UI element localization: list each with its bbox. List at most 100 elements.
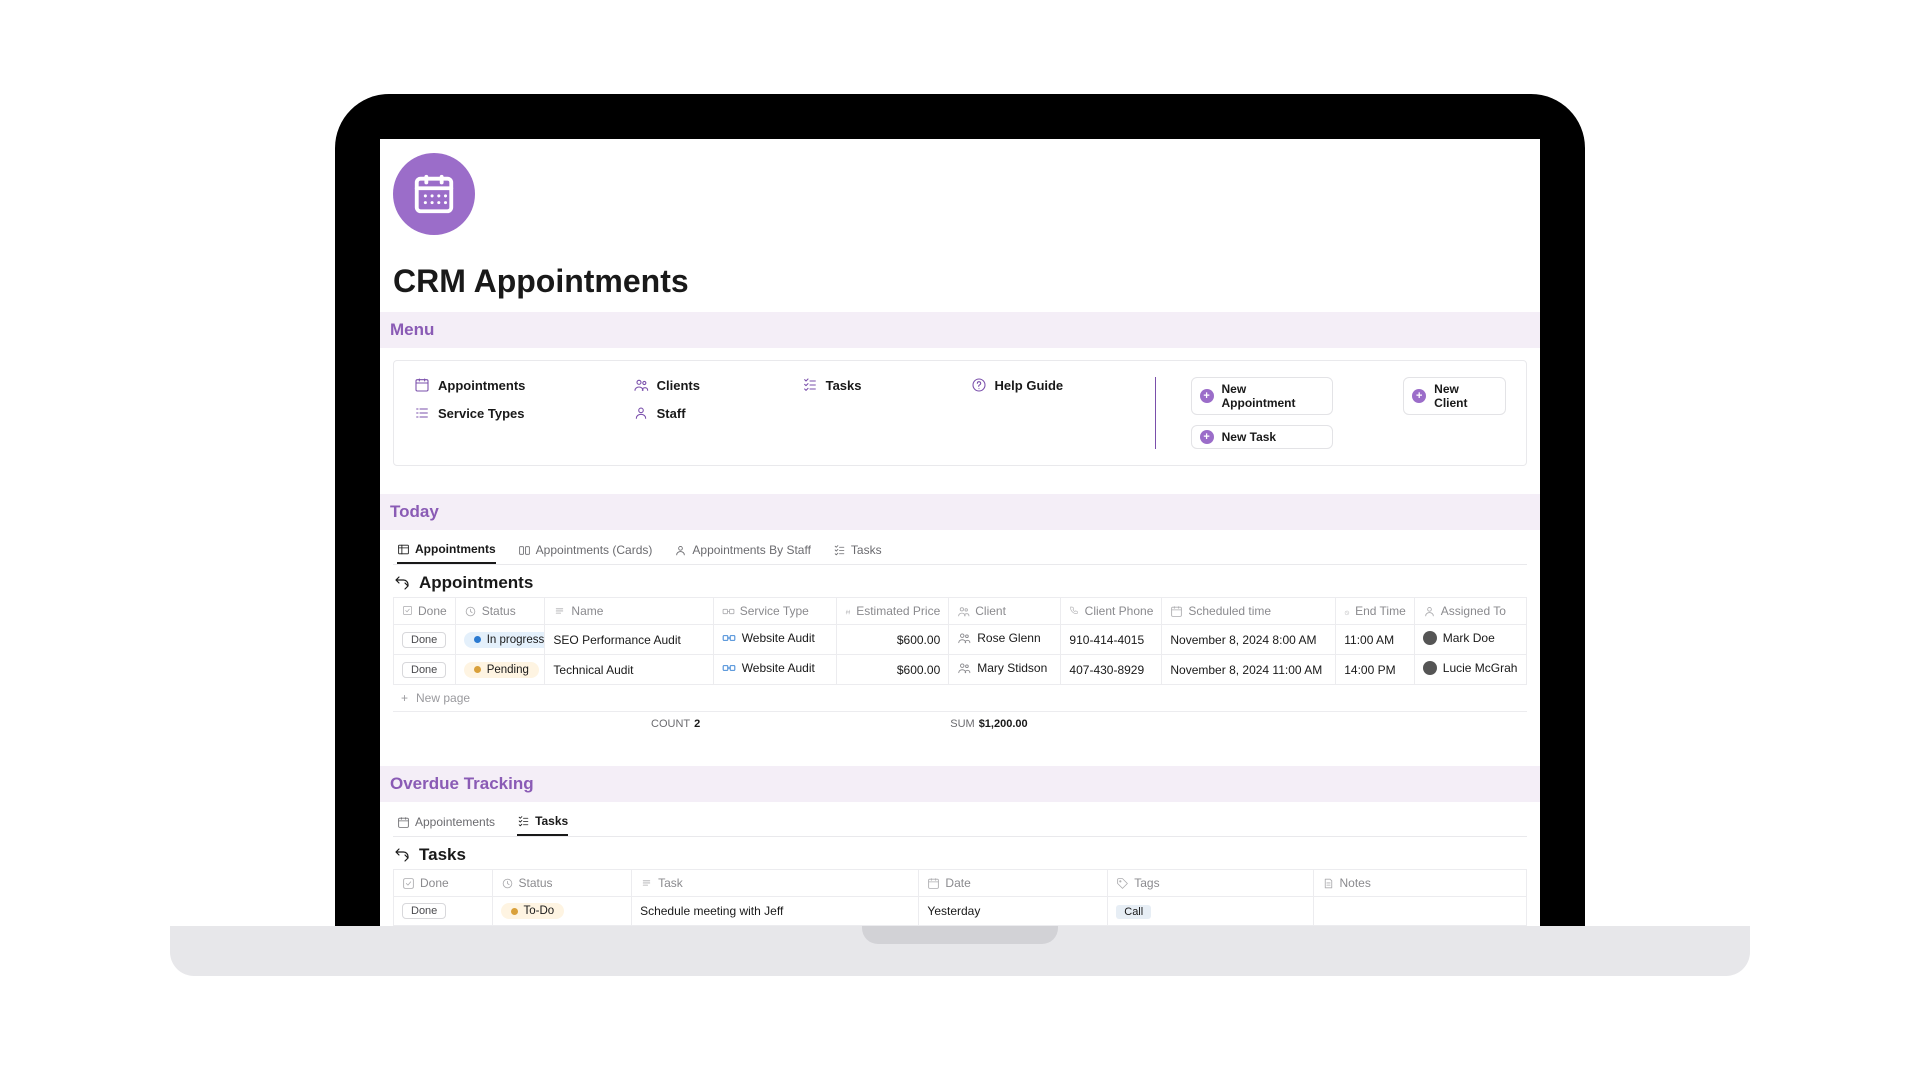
screen: CRM Appointments Menu Appointments Servi…	[380, 139, 1540, 926]
menu-help-guide[interactable]: Help Guide	[971, 377, 1120, 393]
menu-appointments[interactable]: Appointments	[414, 377, 633, 393]
tab-tasks[interactable]: Tasks	[833, 536, 882, 564]
assigned-chip[interactable]: Mark Doe	[1423, 631, 1495, 645]
table-row[interactable]: Done To-Do Schedule meeting with JeffYeste…	[394, 897, 1527, 926]
new-client-button[interactable]: + New Client	[1403, 377, 1506, 415]
relation-icon	[722, 605, 735, 618]
text-icon	[553, 605, 566, 618]
column-header[interactable]: Client	[949, 598, 1061, 625]
plus-icon: +	[1200, 389, 1214, 403]
client-chip[interactable]: Rose Glenn	[957, 631, 1040, 645]
done-button[interactable]: Done	[402, 632, 446, 648]
column-header[interactable]: Tags	[1108, 870, 1313, 897]
plus-icon: +	[1412, 389, 1426, 403]
new-page-button[interactable]: +New page	[393, 685, 1527, 712]
people-icon	[633, 377, 649, 393]
cell-name: Technical Audit	[545, 655, 713, 685]
column-header[interactable]: Client Phone	[1061, 598, 1162, 625]
calendar-icon	[927, 877, 940, 890]
relation-chip[interactable]: Website Audit	[722, 631, 815, 645]
appointments-table: DoneStatusNameService TypeEstimated Pric…	[393, 597, 1527, 685]
section-header-overdue: Overdue Tracking	[380, 766, 1540, 802]
laptop-notch	[862, 926, 1058, 944]
person-icon	[633, 405, 649, 421]
column-header[interactable]: Task	[632, 870, 919, 897]
menu-panel: Appointments Service Types Clients Staff…	[393, 360, 1527, 466]
status-badge: Pending	[464, 662, 539, 678]
column-header[interactable]: Done	[394, 870, 493, 897]
people-icon	[957, 631, 971, 645]
relation-chip[interactable]: Website Audit	[722, 661, 815, 675]
plus-icon: +	[401, 691, 408, 705]
column-header[interactable]: Assigned To	[1414, 598, 1526, 625]
laptop-frame: CRM Appointments Menu Appointments Servi…	[335, 94, 1585, 926]
section-header-label: Menu	[390, 320, 434, 340]
tab-appointments[interactable]: Appointments	[397, 536, 496, 564]
column-header[interactable]: Name	[545, 598, 713, 625]
cell-phone: 407-430-8929	[1061, 655, 1162, 685]
tab-appointments-cards-[interactable]: Appointments (Cards)	[518, 536, 653, 564]
overdue-tabs: Appointements Tasks	[393, 808, 1527, 837]
section-header-label: Overdue Tracking	[390, 774, 534, 794]
button-label: New Client	[1434, 382, 1495, 410]
menu-divider	[1155, 377, 1156, 449]
column-header[interactable]: End Time	[1336, 598, 1415, 625]
column-header[interactable]: Scheduled time	[1162, 598, 1336, 625]
clock-icon	[464, 605, 477, 618]
list-icon	[414, 405, 430, 421]
assigned-chip[interactable]: Lucie McGrah	[1423, 661, 1518, 675]
menu-staff[interactable]: Staff	[633, 405, 802, 421]
plus-icon: +	[1200, 430, 1214, 444]
cell-end: 14:00 PM	[1336, 655, 1415, 685]
tab-tasks[interactable]: Tasks	[517, 808, 568, 836]
table-row[interactable]: Done Pending Technical Audit Website Audit $…	[394, 655, 1527, 685]
appointments-db-title: Appointments	[393, 573, 1527, 593]
done-button[interactable]: Done	[402, 662, 446, 678]
cell-end: 11:00 AM	[1336, 625, 1415, 655]
menu-label: Help Guide	[995, 378, 1064, 393]
tab-appointments-by-staff[interactable]: Appointments By Staff	[674, 536, 811, 564]
button-label: New Appointment	[1222, 382, 1323, 410]
new-appointment-button[interactable]: + New Appointment	[1191, 377, 1334, 415]
cards-icon	[518, 544, 531, 557]
column-header[interactable]: Date	[919, 870, 1108, 897]
column-header[interactable]: Service Type	[713, 598, 836, 625]
cell-scheduled: November 8, 2024 8:00 AM	[1162, 625, 1336, 655]
menu-label: Clients	[657, 378, 700, 393]
tasks-table: DoneStatusTaskDateTagsNotes DoneTo-DoSch…	[393, 869, 1527, 926]
tab-appointements[interactable]: Appointements	[397, 808, 495, 836]
people-icon	[957, 661, 971, 675]
aggregation-row: COUNT2 SUM$1,200.00	[643, 712, 1527, 736]
menu-label: Staff	[657, 406, 686, 421]
new-task-button[interactable]: +New Task	[1191, 425, 1334, 449]
relation-icon	[722, 661, 736, 675]
menu-clients[interactable]: Clients	[633, 377, 802, 393]
cell-date: Yesterday	[919, 897, 1108, 926]
done-button[interactable]: Done	[402, 903, 446, 919]
cell-price: $600.00	[845, 663, 940, 677]
text-icon	[640, 877, 653, 890]
table-icon	[397, 543, 410, 556]
person-icon	[674, 544, 687, 557]
calendar-icon	[397, 816, 410, 829]
status-badge: In progress	[464, 632, 545, 648]
notes-icon	[1322, 877, 1335, 890]
tag-chip[interactable]: Call	[1116, 905, 1151, 919]
menu-tasks[interactable]: Tasks	[802, 377, 971, 393]
clock-icon	[1344, 605, 1350, 618]
column-header[interactable]: Estimated Price	[837, 598, 949, 625]
cell-price: $600.00	[845, 633, 940, 647]
help-icon	[971, 377, 987, 393]
client-chip[interactable]: Mary Stidson	[957, 661, 1047, 675]
tag-icon	[1116, 877, 1129, 890]
cell-notes	[1313, 897, 1527, 926]
column-header[interactable]: Status	[492, 870, 632, 897]
table-row[interactable]: DoneIn progressSEO Performance AuditWebs…	[394, 625, 1527, 655]
cell-task: Schedule meeting with Jeff	[632, 897, 919, 926]
column-header[interactable]: Done	[394, 598, 456, 625]
phone-icon	[1069, 605, 1079, 618]
column-header[interactable]: Notes	[1313, 870, 1527, 897]
column-header[interactable]: Status	[455, 598, 545, 625]
status-badge: To-Do	[501, 903, 565, 919]
menu-service-types[interactable]: Service Types	[414, 405, 633, 421]
